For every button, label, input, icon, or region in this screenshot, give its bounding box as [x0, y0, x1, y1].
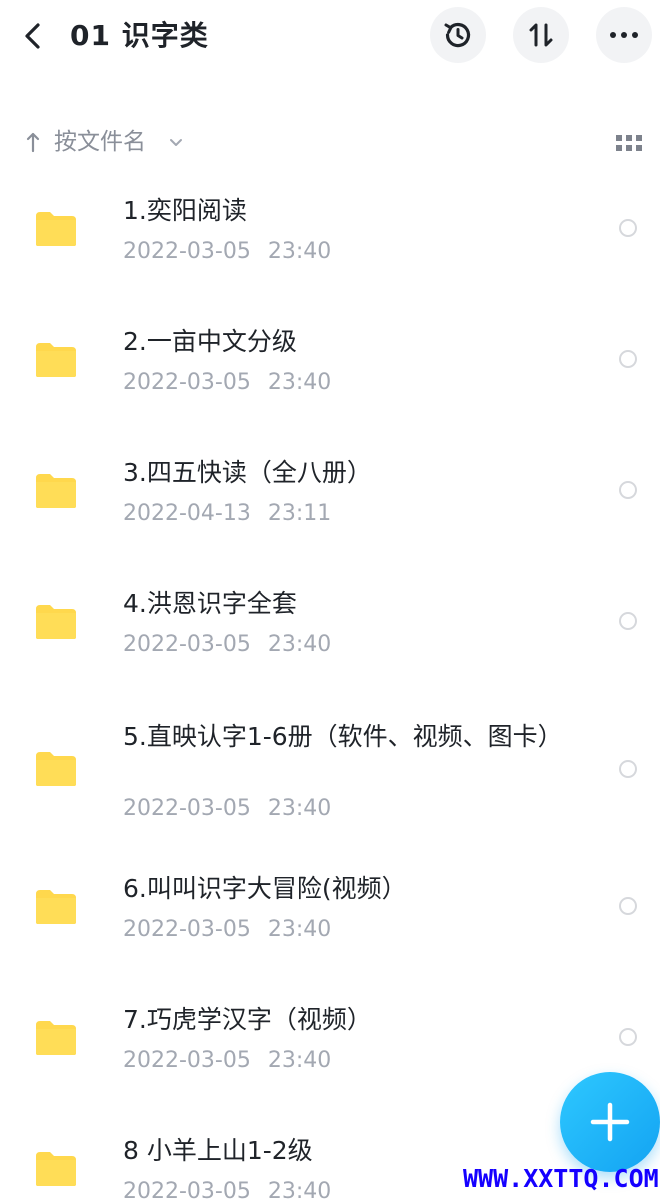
file-name: 7.巧虎学汉字（视频）	[123, 1005, 372, 1034]
file-date: 2022-03-05 23:40	[123, 1179, 332, 1200]
select-radio[interactable]	[619, 481, 637, 499]
history-clock-icon	[444, 22, 471, 48]
folder-icon	[36, 605, 76, 639]
list-item[interactable]: 5.直映认字1-6册（软件、视频、图卡） 2022-03-05 23:40	[0, 716, 660, 851]
folder-icon	[36, 890, 76, 924]
page-title: 01 识字类	[70, 19, 209, 52]
file-name: 4.洪恩识字全套	[123, 589, 297, 618]
folder-icon	[36, 1152, 76, 1186]
file-date: 2022-04-13 23:11	[123, 501, 332, 526]
file-name: 2.一亩中文分级	[123, 327, 297, 356]
list-item[interactable]: 6.叫叫识字大冒险(视频） 2022-03-05 23:40	[0, 868, 660, 968]
sort-up-down-icon	[529, 23, 553, 47]
list-item[interactable]: 2.一亩中文分级 2022-03-05 23:40	[0, 321, 660, 421]
file-name: 6.叫叫识字大冒险(视频）	[123, 874, 407, 903]
select-radio[interactable]	[619, 760, 637, 778]
add-button[interactable]	[560, 1072, 660, 1172]
file-name: 8 小羊上山1-2级	[123, 1136, 313, 1165]
file-name: 5.直映认字1-6册（软件、视频、图卡）	[123, 722, 563, 751]
arrow-up-icon	[26, 132, 40, 153]
list-item[interactable]: 1.奕阳阅读 2022-03-05 23:40	[0, 190, 660, 290]
file-name: 3.四五快读（全八册）	[123, 458, 372, 487]
folder-icon	[36, 343, 76, 377]
folder-icon	[36, 752, 76, 786]
history-button[interactable]	[430, 7, 486, 63]
select-radio[interactable]	[619, 897, 637, 915]
sort-button[interactable]	[513, 7, 569, 63]
select-radio[interactable]	[619, 612, 637, 630]
folder-icon	[36, 212, 76, 246]
more-button[interactable]	[596, 7, 652, 63]
file-date: 2022-03-05 23:40	[123, 239, 332, 264]
chevron-down-icon[interactable]	[168, 134, 184, 150]
select-radio[interactable]	[619, 1028, 637, 1046]
sort-field-label[interactable]: 按文件名	[54, 126, 146, 158]
back-button[interactable]	[18, 20, 50, 52]
file-date: 2022-03-05 23:40	[123, 1048, 332, 1073]
file-date: 2022-03-05 23:40	[123, 796, 332, 821]
file-date: 2022-03-05 23:40	[123, 632, 332, 657]
file-date: 2022-03-05 23:40	[123, 370, 332, 395]
list-item[interactable]: 3.四五快读（全八册） 2022-04-13 23:11	[0, 452, 660, 552]
chevron-left-icon	[25, 23, 40, 49]
file-date: 2022-03-05 23:40	[123, 917, 332, 942]
folder-icon	[36, 474, 76, 508]
more-horizontal-icon	[610, 32, 638, 38]
grid-view-icon[interactable]	[616, 135, 642, 153]
plus-icon	[590, 1102, 630, 1142]
watermark-text: WWW.XXTTQ.COM	[463, 1164, 659, 1193]
sort-bar: 按文件名	[0, 122, 660, 162]
select-radio[interactable]	[619, 219, 637, 237]
select-radio[interactable]	[619, 350, 637, 368]
list-item[interactable]: 4.洪恩识字全套 2022-03-05 23:40	[0, 583, 660, 683]
file-name: 1.奕阳阅读	[123, 196, 247, 225]
top-bar: 01 识字类	[0, 0, 660, 80]
folder-icon	[36, 1021, 76, 1055]
list-item[interactable]: 7.巧虎学汉字（视频） 2022-03-05 23:40	[0, 999, 660, 1099]
